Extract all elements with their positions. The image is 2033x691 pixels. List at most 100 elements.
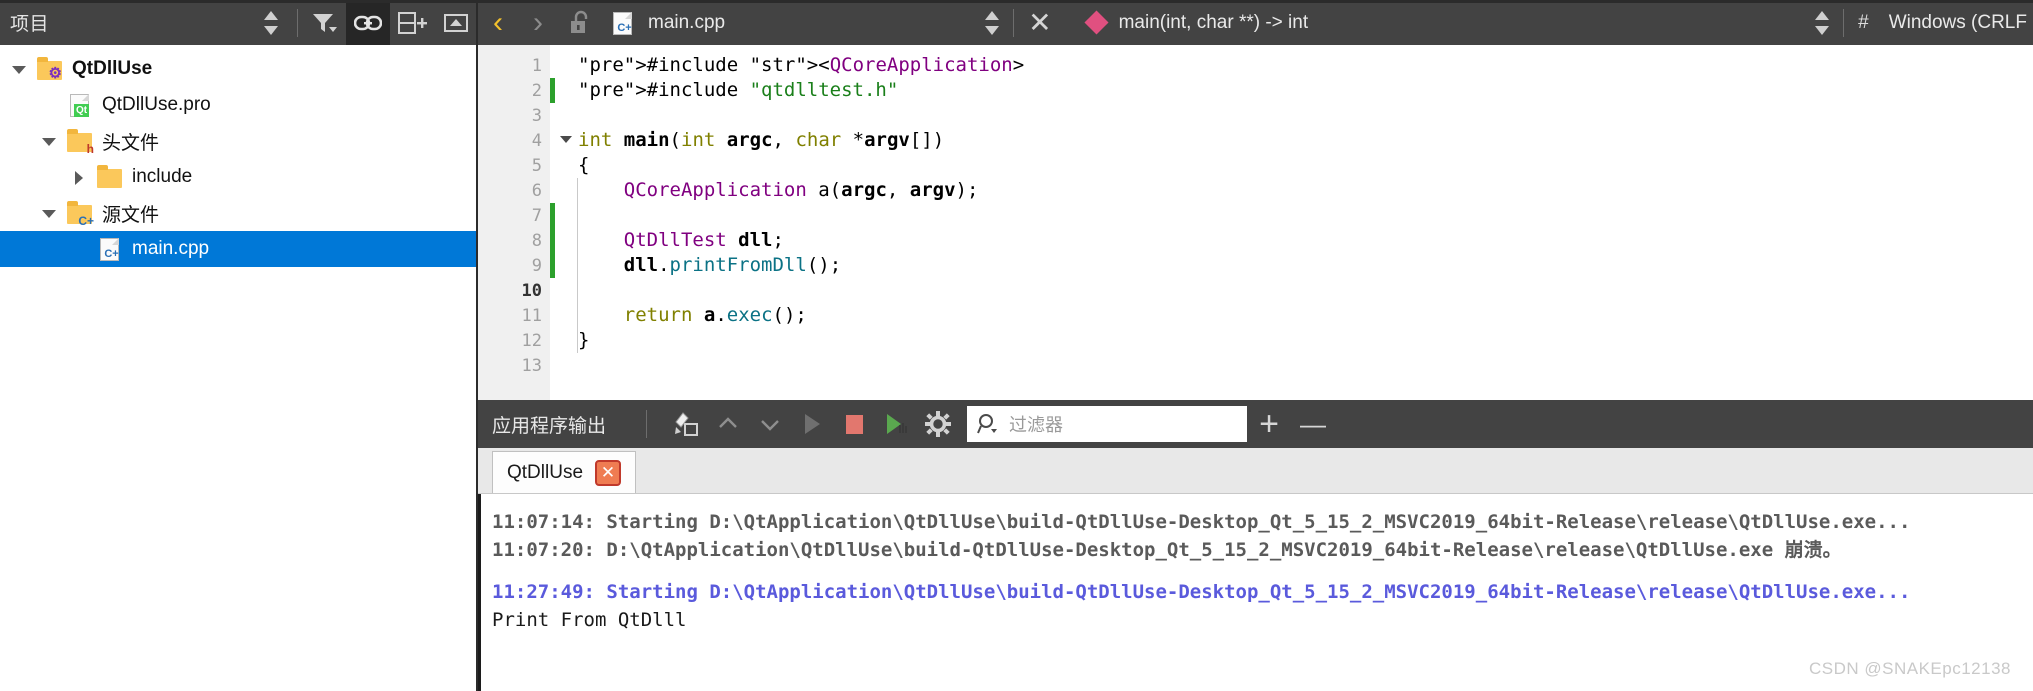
editor-toolbar: ‹ › C+ main.cpp ✕ main(int, char **) -> …: [478, 0, 2033, 45]
change-marker: [550, 78, 555, 103]
folder-headers-icon: h: [67, 129, 94, 155]
sync-stepper-icon[interactable]: [249, 0, 293, 45]
tree-item-label: 源文件: [102, 204, 160, 226]
console-line: 11:07:20: D:\QtApplication\QtDllUse\buil…: [492, 539, 1842, 561]
line-ending-label[interactable]: Windows (CRLF: [1889, 12, 2027, 34]
output-filter-placeholder: 过滤器: [1009, 415, 1064, 435]
run-icon[interactable]: [791, 400, 833, 448]
output-tab-strip: QtDllUse ✕: [478, 448, 2033, 494]
line-number: 9: [531, 255, 542, 276]
line-number: 5: [531, 155, 542, 176]
tree-item-label: QtDllUse.pro: [102, 94, 211, 115]
symbol-diamond-icon: [1084, 10, 1109, 35]
code-line: "pre">#include "str"><QCoreApplication>: [578, 54, 1025, 76]
current-symbol-label[interactable]: main(int, char **) -> int: [1119, 12, 1309, 34]
output-tool-buttons: [665, 400, 959, 448]
output-filter-input[interactable]: 过滤器: [967, 406, 1248, 442]
change-marker: [550, 253, 555, 278]
add-output-pane-button[interactable]: +: [1247, 407, 1291, 441]
application-output-toolbar: 应用程序输出 过滤器 + —: [478, 400, 2033, 448]
line-number: 4: [478, 128, 572, 153]
file-cpp-icon: C+: [610, 11, 636, 35]
application-output-title: 应用程序输出: [492, 415, 607, 437]
line-number: 2: [531, 80, 542, 101]
console-line: 11:27:49: Starting D:\QtApplication\QtDl…: [492, 581, 1911, 603]
code-line: dll.printFromDll();: [623, 254, 842, 276]
tree-item-[interactable]: h 头文件: [0, 123, 478, 159]
qt-creator-window: 项目 ⚙ QtDllUse Qt QtDllUse.pro h 头文件 incl…: [0, 0, 2033, 691]
stop-icon[interactable]: [833, 400, 875, 448]
console-line: 11:07:14: Starting D:\QtApplication\QtDl…: [492, 511, 1911, 533]
folder-plain-icon: [97, 165, 123, 189]
project-tree[interactable]: ⚙ QtDllUse Qt QtDllUse.pro h 头文件 include C+ 源文件 C…: [0, 45, 478, 691]
current-file-name: main.cpp: [648, 11, 726, 33]
tree-item-include[interactable]: include: [0, 159, 478, 195]
project-sidebar-header: 项目: [0, 0, 478, 45]
window-top-edge: [0, 0, 2033, 3]
file-cpp-icon: C+: [97, 237, 123, 261]
symbol-stepper-icon[interactable]: [1815, 10, 1830, 36]
editor-toolbar-separator-2: [1843, 8, 1845, 37]
file-stepper-icon[interactable]: [985, 10, 1000, 36]
chevron-down-icon[interactable]: [12, 62, 27, 77]
tree-item-main.cpp[interactable]: C+ main.cpp: [0, 231, 478, 267]
line-ending-hash-icon: #: [1858, 11, 1869, 33]
settings-gear-icon[interactable]: [917, 400, 959, 448]
close-icon[interactable]: ✕: [595, 459, 622, 486]
clear-output-icon[interactable]: [665, 400, 707, 448]
change-marker: [550, 203, 555, 228]
code-line: QCoreApplication a(argc, argv);: [623, 179, 979, 201]
application-output-console[interactable]: 11:07:14: Starting D:\QtApplication\QtDl…: [478, 494, 2033, 691]
chevron-down-icon[interactable]: [42, 134, 57, 149]
project-panel-title: 项目: [10, 14, 50, 35]
unlocked-padlock-icon[interactable]: [558, 0, 602, 45]
panel-divider[interactable]: [476, 0, 478, 691]
line-number: 13: [521, 355, 542, 376]
code-line: "pre">#include "qtdlltest.h": [578, 79, 899, 101]
code-line: int main(int argc, char *argv[]): [578, 129, 945, 151]
code-line: QtDllTest dll;: [623, 229, 784, 251]
tree-item-QtDllUse[interactable]: ⚙ QtDllUse: [0, 51, 478, 87]
project-tree-rows: ⚙ QtDllUse Qt QtDllUse.pro h 头文件 include C+ 源文件 C…: [0, 51, 478, 267]
indent-guide: [577, 178, 578, 353]
search-icon: [977, 414, 998, 434]
line-number: 1: [531, 55, 542, 76]
console-lines: 11:07:14: Starting D:\QtApplication\QtDl…: [492, 508, 2033, 634]
code-line: return a.exec();: [623, 304, 807, 326]
navigate-forward-icon[interactable]: ›: [518, 7, 558, 38]
link-icon[interactable]: [346, 0, 390, 45]
collapse-icon[interactable]: [434, 0, 478, 45]
toolbar-separator: [297, 8, 298, 37]
line-number: 8: [531, 230, 542, 251]
prev-item-icon[interactable]: [707, 400, 749, 448]
tree-item-QtDllUse.pro[interactable]: Qt QtDllUse.pro: [0, 87, 478, 123]
tree-item-label: main.cpp: [132, 238, 210, 259]
line-number: 6: [531, 180, 542, 201]
filter-icon[interactable]: [302, 0, 346, 45]
chevron-down-icon[interactable]: [42, 206, 57, 221]
line-number: 12: [521, 330, 542, 351]
split-add-icon[interactable]: [390, 0, 434, 45]
line-number: 7: [531, 205, 542, 226]
next-item-icon[interactable]: [749, 400, 791, 448]
editor-toolbar-separator-1: [1013, 8, 1015, 37]
folder-sources-icon: C+: [67, 201, 94, 227]
code-lines: "pre">#include "str"><QCoreApplication> "…: [578, 53, 2033, 378]
output-tab-qtdlluse[interactable]: QtDllUse ✕: [492, 451, 637, 493]
line-number: 10: [521, 280, 542, 301]
project-sidebar: 项目 ⚙ QtDllUse Qt QtDllUse.pro h 头文件 incl…: [0, 0, 478, 691]
chevron-right-icon[interactable]: [72, 170, 87, 185]
tree-item-[interactable]: C+ 源文件: [0, 195, 478, 231]
remove-output-pane-button[interactable]: —: [1291, 411, 1335, 437]
close-file-icon[interactable]: ✕: [1028, 8, 1051, 37]
code-editor[interactable]: 1 2 3 4 5 6 7 8 9 10 11 12 13 "pre">#include "str"><…: [478, 45, 2033, 400]
run-debug-icon[interactable]: [875, 400, 917, 448]
navigate-back-icon[interactable]: ‹: [478, 7, 518, 38]
code-text-area[interactable]: "pre">#include "str"><QCoreApplication> "…: [550, 45, 2033, 400]
current-file-chip[interactable]: C+ main.cpp: [610, 11, 725, 35]
